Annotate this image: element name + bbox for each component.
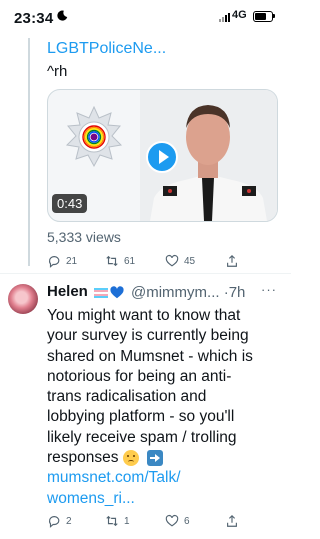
- right-arrow-emoji: [146, 449, 163, 466]
- avatar[interactable]: [8, 284, 38, 314]
- like-button[interactable]: 45: [165, 254, 195, 268]
- mumsnet-link-cont[interactable]: womens_ri...: [47, 489, 283, 509]
- reply-icon: [48, 516, 60, 528]
- retweet-button[interactable]: 61: [105, 254, 135, 268]
- sad-face-emoji: [122, 449, 139, 466]
- battery-icon: [253, 11, 273, 22]
- mumsnet-link[interactable]: mumsnet.com/Talk/: [47, 468, 283, 488]
- police-badge-image: [65, 106, 123, 168]
- body-line-responses: responses: [47, 448, 283, 468]
- body-line: shared on Mumsnet - which is: [47, 347, 253, 365]
- tweet1-action-bar: 21 61 45: [47, 254, 276, 270]
- retweet-count: 1: [124, 515, 130, 527]
- like-count: 45: [184, 255, 196, 267]
- network-label: 4G: [232, 9, 247, 21]
- tweet-time: ·7h: [223, 284, 246, 301]
- share-button[interactable]: [225, 254, 239, 268]
- share-icon: [227, 514, 237, 527]
- retweet-button[interactable]: 1: [105, 514, 130, 528]
- retweet-icon: [106, 515, 118, 527]
- body-line: trans radicalisation and: [47, 388, 207, 406]
- link-line[interactable]: mumsnet.com/Talk/: [47, 469, 181, 486]
- video-card[interactable]: 0:43: [47, 89, 278, 222]
- reply-button[interactable]: 2: [47, 514, 72, 528]
- tweet-body: You might want to know that your survey …: [47, 306, 283, 509]
- moon-icon: [57, 10, 68, 21]
- tweet-divider: [0, 273, 291, 274]
- share-button[interactable]: [225, 514, 239, 528]
- view-count: 5,333 views: [47, 229, 121, 245]
- reply-count: 2: [66, 515, 72, 527]
- link-line[interactable]: womens_ri...: [47, 490, 135, 507]
- author-handle[interactable]: @mimmym... ·7h: [131, 284, 245, 301]
- like-icon: [165, 514, 179, 527]
- reply-button[interactable]: 21: [47, 254, 77, 268]
- more-options-button[interactable]: ···: [261, 282, 277, 297]
- reply-count: 21: [66, 255, 78, 267]
- thread-connector-line: [28, 38, 30, 266]
- tweet-text-signature: ^rh: [47, 63, 68, 80]
- body-line: You might want to know that: [47, 307, 241, 324]
- battery-tip: [273, 14, 275, 18]
- retweet-count: 61: [124, 255, 136, 267]
- body-line: likely receive spam / trolling: [47, 428, 237, 446]
- retweet-icon: [106, 255, 118, 267]
- play-button[interactable]: [146, 141, 178, 173]
- tweet-link-lgbtpolice[interactable]: LGBTPoliceNe...: [47, 40, 166, 58]
- author-name[interactable]: Helen: [47, 283, 88, 300]
- signal-icon: [219, 13, 230, 22]
- like-button[interactable]: 6: [165, 514, 190, 528]
- status-time: 23:34: [14, 10, 54, 27]
- like-icon: [165, 254, 179, 267]
- tweet2-action-bar: 2 1 6: [47, 514, 276, 530]
- like-count: 6: [184, 515, 190, 527]
- share-icon: [227, 254, 237, 267]
- video-duration: 0:43: [52, 194, 88, 213]
- status-bar: 23:34 4G: [0, 0, 291, 38]
- body-line: your survey is currently being: [47, 327, 249, 345]
- body-line: responses: [47, 449, 119, 467]
- reply-icon: [48, 256, 60, 268]
- body-line: lobbying platform - so you'll: [47, 408, 235, 426]
- blue-heart-emoji: [110, 286, 124, 299]
- trans-flag-emoji: [94, 288, 108, 298]
- body-line: notorious for being an anti-: [47, 367, 232, 385]
- handle-text: @mimmym...: [131, 284, 220, 301]
